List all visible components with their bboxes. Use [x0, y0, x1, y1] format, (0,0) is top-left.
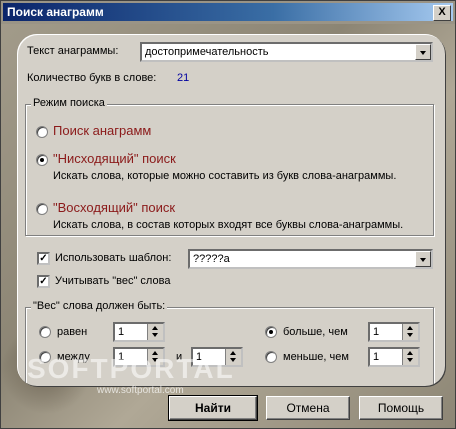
- weight-group-title: "Вес" слова должен быть:: [31, 300, 168, 312]
- weight-check-label: Учитывать "вес" слова: [55, 275, 171, 287]
- close-button[interactable]: X: [433, 5, 451, 21]
- anagram-search-window: Поиск анаграмм X Текст анаграммы: достоп…: [0, 0, 456, 429]
- main-panel: Текст анаграммы: достопримечательность К…: [17, 34, 445, 386]
- letter-count-label: Количество букв в слове:: [27, 72, 157, 84]
- weight-more-label: больше, чем: [283, 326, 348, 338]
- chevron-down-icon[interactable]: [415, 251, 431, 267]
- radio-descending-search[interactable]: [36, 154, 48, 166]
- weight-more-value: 1: [373, 326, 380, 338]
- weight-equal-label: равен: [57, 326, 88, 338]
- radio-ascending-search[interactable]: [36, 203, 48, 215]
- find-button[interactable]: Найти: [168, 395, 258, 421]
- spinner-arrows-icon[interactable]: [402, 324, 418, 340]
- weight-equal-spinner[interactable]: 1: [113, 322, 165, 342]
- watermark-logo: SOFTPORTAL: [27, 353, 235, 384]
- descending-search-label[interactable]: "Нисходящий" поиск: [53, 151, 176, 166]
- spinner-arrows-icon[interactable]: [147, 324, 163, 340]
- radio-weight-equal[interactable]: [39, 326, 51, 338]
- template-checkbox[interactable]: ✓: [37, 252, 50, 265]
- help-button[interactable]: Помощь: [359, 396, 443, 420]
- radio-weight-less[interactable]: [265, 351, 277, 363]
- chevron-down-icon[interactable]: [415, 44, 431, 60]
- weight-less-label: меньше, чем: [283, 351, 349, 363]
- search-mode-title: Режим поиска: [31, 97, 107, 109]
- template-combo[interactable]: ?????а: [188, 249, 433, 269]
- anagram-value: достопримечательность: [145, 46, 269, 58]
- cancel-button[interactable]: Отмена: [266, 396, 350, 420]
- window-title: Поиск анаграмм: [7, 5, 104, 19]
- weight-less-value: 1: [373, 351, 380, 363]
- anagram-label: Текст анаграммы:: [27, 45, 119, 57]
- ascending-search-desc: Искать слова, в состав которых входят вс…: [53, 219, 404, 231]
- spinner-arrows-icon[interactable]: [402, 349, 418, 365]
- title-bar[interactable]: Поиск анаграмм X: [3, 3, 453, 21]
- watermark-url: www.softportal.com: [97, 385, 184, 396]
- radio-anagram-search[interactable]: [36, 126, 48, 138]
- weight-less-spinner[interactable]: 1: [368, 347, 420, 367]
- anagram-search-label[interactable]: Поиск анаграмм: [53, 123, 151, 138]
- radio-weight-more[interactable]: [265, 326, 277, 338]
- letter-count-value: 21: [177, 72, 190, 84]
- anagram-combo[interactable]: достопримечательность: [140, 42, 433, 62]
- weight-checkbox[interactable]: ✓: [37, 275, 50, 288]
- descending-search-desc: Искать слова, которые можно составить из…: [53, 170, 397, 182]
- weight-more-spinner[interactable]: 1: [368, 322, 420, 342]
- template-value: ?????а: [193, 253, 230, 265]
- ascending-search-label[interactable]: "Восходящий" поиск: [53, 200, 175, 215]
- template-label: Использовать шаблон:: [55, 252, 172, 264]
- weight-equal-value: 1: [118, 326, 125, 338]
